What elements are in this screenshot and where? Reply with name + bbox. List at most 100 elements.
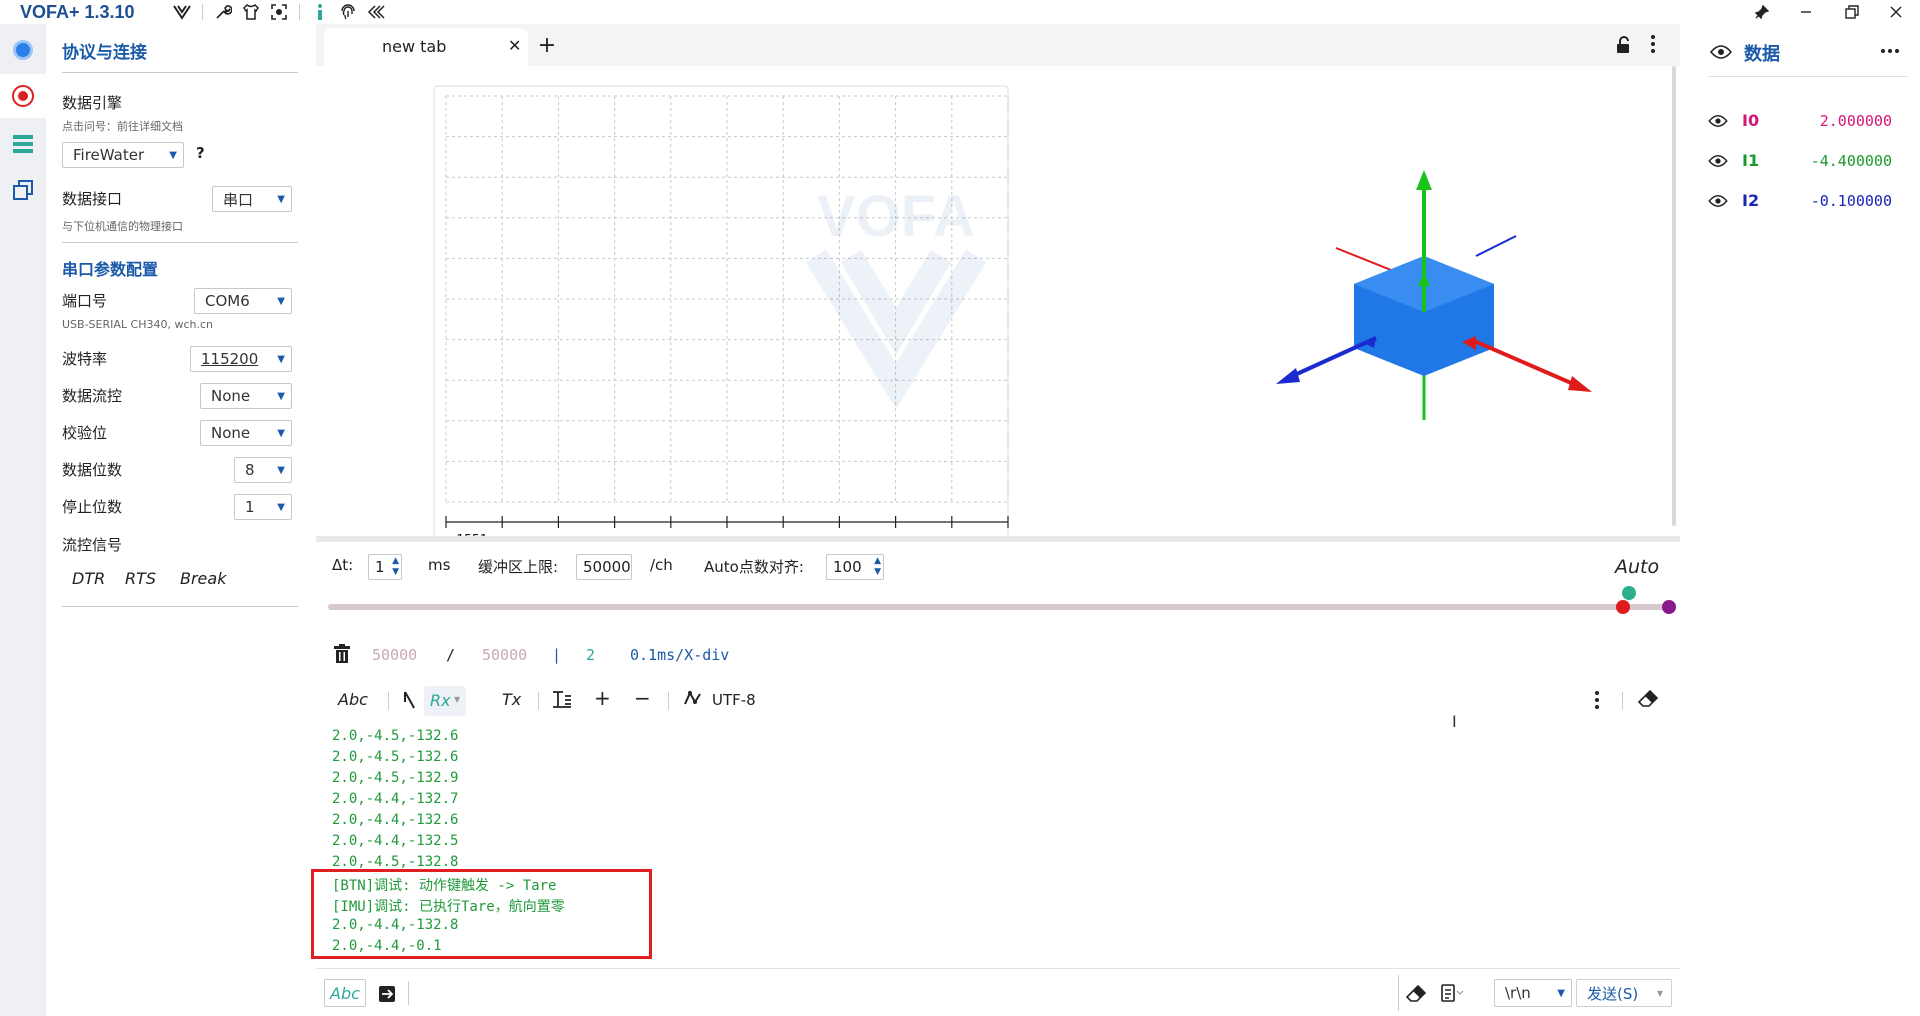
stepper-icon[interactable]: ▲ ▼ <box>874 556 881 578</box>
divider <box>62 606 298 607</box>
panel-splitter[interactable] <box>316 536 1680 542</box>
flow-control-select[interactable]: None ▼ <box>200 383 292 409</box>
record-icon <box>12 85 34 107</box>
rts-button[interactable]: RTS <box>125 569 156 588</box>
port-description: USB-SERIAL CH340, wch.cn <box>62 318 213 331</box>
engine-select[interactable]: FireWater ▼ <box>62 142 184 168</box>
rail-widgets-button[interactable] <box>0 168 46 212</box>
tab-new-tab[interactable]: new tab ✕ <box>324 28 528 66</box>
rail-commands-button[interactable] <box>0 122 46 166</box>
flow-control-label: 数据流控 <box>62 387 123 405</box>
send-button[interactable]: 发送(S) ▼ <box>1576 979 1672 1007</box>
encoding-select[interactable]: UTF-8 <box>712 691 756 709</box>
hex-icon[interactable] <box>402 690 416 715</box>
auto-align-value: 100 <box>833 558 862 576</box>
stepper-icon[interactable]: ▲ ▼ <box>392 556 399 578</box>
collapse-left-icon[interactable] <box>362 0 390 24</box>
stopbits-select[interactable]: 1 ▼ <box>234 494 292 520</box>
connection-status-icon <box>13 40 33 60</box>
pin-icon[interactable] <box>1740 0 1784 24</box>
break-button[interactable]: Break <box>180 569 226 588</box>
clear-send-icon[interactable] <box>1405 984 1427 1007</box>
channel-row[interactable]: I0 2.000000 <box>1684 106 1920 136</box>
close-button[interactable] <box>1874 0 1918 24</box>
slider-handle-red[interactable] <box>1616 600 1630 614</box>
more-vertical-icon[interactable] <box>1650 34 1662 56</box>
screenshot-icon[interactable] <box>265 0 293 24</box>
info-icon[interactable] <box>306 0 334 24</box>
auto-align-input[interactable]: 100 ▲ ▼ <box>826 554 884 580</box>
unlock-icon[interactable] <box>1616 36 1632 58</box>
interface-select[interactable]: 串口 ▼ <box>212 186 292 212</box>
restore-button[interactable] <box>1830 0 1874 24</box>
trash-icon[interactable] <box>334 644 350 668</box>
tab-bar: new tab ✕ + <box>316 24 1680 66</box>
dtr-button[interactable]: DTR <box>72 569 105 588</box>
chevron-down-icon: ▼ <box>1656 988 1663 998</box>
text-format-icon[interactable] <box>552 690 572 713</box>
send-text-mode-button[interactable]: Abc <box>324 979 366 1007</box>
parity-select[interactable]: None ▼ <box>200 420 292 446</box>
plus-icon[interactable]: + <box>594 686 611 710</box>
auto-toggle[interactable]: Auto <box>1615 556 1659 578</box>
time-range-slider[interactable] <box>328 604 1668 610</box>
plot-scrollbar[interactable] <box>1672 66 1676 526</box>
slider-handle-teal[interactable] <box>1622 586 1636 600</box>
baud-select[interactable]: 115200 ▼ <box>190 346 292 372</box>
attitude-3d-view[interactable] <box>1226 126 1626 486</box>
terminal-line: 2.0,-4.5,-132.6 <box>332 728 459 744</box>
more-horizontal-icon[interactable] <box>1880 38 1900 59</box>
toolbar-separator <box>388 692 389 710</box>
eye-icon[interactable] <box>1708 113 1728 132</box>
eye-icon[interactable] <box>1708 193 1728 212</box>
rail-record-button[interactable] <box>0 74 46 118</box>
shirt-icon[interactable] <box>237 0 265 24</box>
chevron-down-icon: ▼ <box>1557 987 1565 999</box>
channel-row[interactable]: I1 -4.400000 <box>1684 146 1920 176</box>
fingerprint-icon[interactable] <box>334 0 362 24</box>
vofa-logo-icon[interactable] <box>168 0 196 24</box>
parity-label: 校验位 <box>62 424 108 442</box>
x-division: 0.1ms/X-div <box>630 646 730 664</box>
terminal-output[interactable]: 2.0,-4.5,-132.6 2.0,-4.5,-132.6 2.0,-4.5,-… <box>311 724 1632 964</box>
chevron-down-icon: ▼ <box>277 353 285 365</box>
databits-label: 数据位数 <box>62 461 123 479</box>
minimize-button[interactable] <box>1784 0 1828 24</box>
buffer-label: 缓冲区上限: <box>478 558 559 576</box>
eye-icon[interactable] <box>1709 44 1733 64</box>
slider-handle-purple[interactable] <box>1662 600 1676 614</box>
chevron-down-icon: ▼ <box>277 427 285 439</box>
channel-row[interactable]: I2 -0.100000 <box>1684 186 1920 216</box>
line-ending-select[interactable]: \r\n ▼ <box>1494 979 1572 1007</box>
history-icon[interactable] <box>1440 983 1464 1007</box>
close-icon[interactable]: ✕ <box>508 36 521 55</box>
dt-input[interactable]: 1 ▲ ▼ <box>368 554 402 580</box>
send-file-icon[interactable] <box>378 985 396 1007</box>
buffer-input[interactable]: 50000 <box>576 554 632 580</box>
rail-connection-button[interactable] <box>0 28 46 72</box>
wrench-icon[interactable] <box>209 0 237 24</box>
toolbar-separator <box>408 981 409 1005</box>
chart-frame <box>433 85 1009 542</box>
eraser-icon[interactable] <box>1637 689 1659 712</box>
minus-icon[interactable]: − <box>634 686 651 710</box>
rx-toggle[interactable]: Rx ▼ <box>424 686 466 716</box>
engine-help-button[interactable]: ? <box>196 144 205 162</box>
chevron-down-icon: ▼ <box>277 193 285 205</box>
encoding-icon[interactable] <box>684 690 702 711</box>
flow-signal-label: 流控信号 <box>62 536 123 554</box>
waveform-chart[interactable]: VOFA -1551-1551-1550-1550-1550-1550-1550… <box>316 66 1076 542</box>
more-vertical-icon[interactable] <box>1594 690 1600 710</box>
port-value: COM6 <box>205 292 250 310</box>
terminal-line: 2.0,-4.4,-132.7 <box>332 791 459 807</box>
text-mode-button[interactable]: Abc <box>338 690 368 709</box>
tx-toggle[interactable]: Tx <box>502 690 521 709</box>
port-select[interactable]: COM6 ▼ <box>194 288 292 314</box>
divider <box>62 72 298 73</box>
terminal-line: 2.0,-4.4,-132.5 <box>332 833 459 849</box>
eye-icon[interactable] <box>1708 153 1728 172</box>
chevron-down-icon: ▼ <box>169 149 177 161</box>
add-tab-button[interactable]: + <box>532 30 562 60</box>
databits-select[interactable]: 8 ▼ <box>234 457 292 483</box>
main-workspace: new tab ✕ + VOFA -1551-1551-1550-1550-15… <box>311 24 1680 1016</box>
